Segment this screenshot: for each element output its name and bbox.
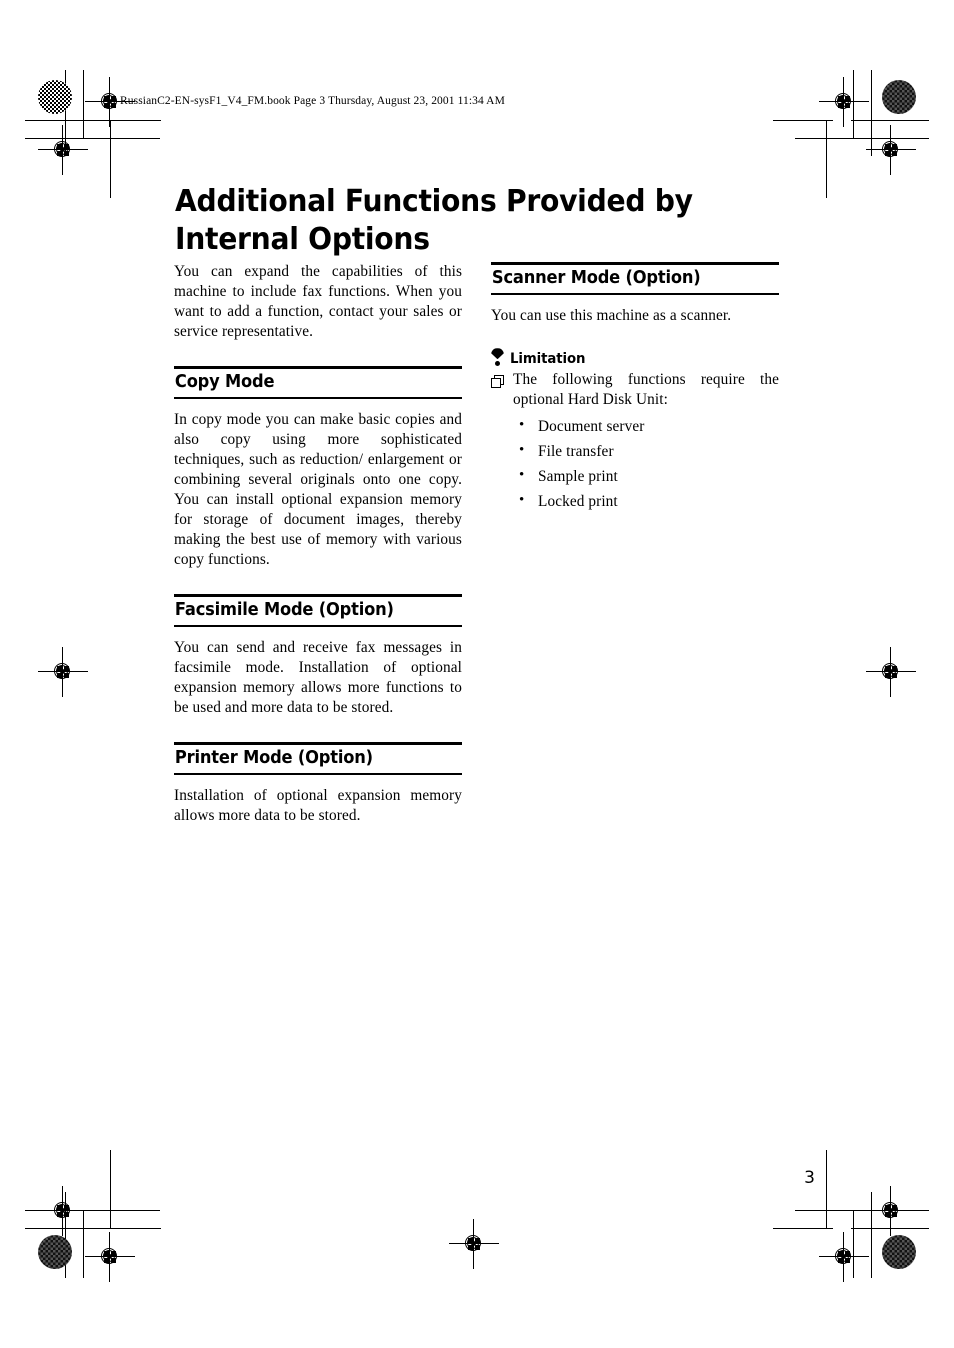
- crop-mark-line: [773, 1228, 833, 1229]
- limitation-note: The following functions require the opti…: [491, 370, 779, 410]
- crop-mark-line: [851, 120, 929, 121]
- list-item: Sample print: [519, 463, 779, 489]
- limitation-note-text: The following functions require the opti…: [513, 371, 779, 409]
- crop-mark-line: [83, 1228, 161, 1229]
- crop-mark-line: [826, 1150, 827, 1228]
- heading-rule-bottom: [174, 624, 462, 627]
- limitation-label: Limitation: [510, 351, 586, 368]
- heading-rule-bottom: [174, 773, 462, 775]
- density-patch-solid: [882, 1235, 916, 1269]
- section-heading-label: Scanner Mode (Option): [491, 268, 701, 288]
- running-header: RussianC2-EN-sysF1_V4_FM.book Page 3 Thu…: [120, 95, 505, 107]
- section-heading-label: Copy Mode: [174, 371, 275, 392]
- right-column: Scanner Mode (Option) You can use this m…: [491, 262, 779, 514]
- limitation-bullet-list: Document server File transfer Sample pri…: [491, 413, 779, 514]
- registration-target-icon: [866, 1186, 916, 1236]
- left-column: You can expand the capabilities of this …: [174, 262, 462, 826]
- section-heading-copy-mode: Copy Mode: [174, 365, 462, 400]
- section-body-facsimile-mode: You can send and receive fax messages in…: [174, 638, 462, 716]
- double-square-marker-icon: [491, 375, 504, 389]
- section-body-copy-mode: In copy mode you can make basic copies a…: [174, 411, 462, 568]
- crop-mark-line: [795, 138, 929, 139]
- registration-target-icon: [38, 1186, 88, 1236]
- registration-target-icon: [85, 1232, 135, 1282]
- density-patch-halftone: [38, 80, 72, 114]
- section-body-scanner-mode: You can use this machine as a scanner.: [491, 307, 732, 325]
- list-item: File transfer: [519, 438, 779, 464]
- crop-mark-line: [25, 138, 160, 139]
- registration-target-icon: [819, 77, 869, 127]
- heading-rule-bottom: [491, 293, 779, 296]
- crop-mark-line: [83, 120, 161, 121]
- crop-mark-line: [25, 120, 85, 121]
- crop-mark-line: [110, 120, 111, 198]
- page-number: 3: [804, 1168, 815, 1188]
- section-heading-scanner-mode: Scanner Mode (Option): [491, 262, 779, 296]
- section-heading-label: Printer Mode (Option): [174, 747, 373, 768]
- registration-target-icon: [38, 125, 88, 175]
- list-item: Locked print: [519, 488, 779, 514]
- heading-rule-bottom: [174, 397, 462, 400]
- page-title: Additional Functions Provided by Interna…: [175, 184, 693, 258]
- density-patch-solid: [38, 1235, 72, 1269]
- crop-mark-line: [83, 1210, 84, 1278]
- limitation-heading: Limitation: [491, 348, 779, 366]
- registration-target-icon: [449, 1219, 499, 1269]
- registration-target-icon: [38, 647, 88, 697]
- crop-mark-line: [25, 1228, 85, 1229]
- section-heading-facsimile-mode: Facsimile Mode (Option): [174, 593, 462, 627]
- section-body-printer-mode: Installation of optional expansion memor…: [174, 787, 462, 824]
- crop-mark-line: [773, 120, 833, 121]
- section-heading-printer-mode: Printer Mode (Option): [174, 741, 462, 775]
- section-heading-label: Facsimile Mode (Option): [174, 599, 394, 620]
- density-patch-solid: [882, 80, 916, 114]
- list-item: Document server: [519, 413, 779, 439]
- crop-mark-line: [871, 70, 872, 156]
- crop-mark-line: [83, 70, 84, 138]
- crop-mark-line: [110, 1150, 111, 1228]
- intro-paragraph: You can expand the capabilities of this …: [174, 263, 462, 340]
- crop-mark-line: [871, 1192, 872, 1278]
- registration-target-icon: [819, 1232, 869, 1282]
- crop-mark-line: [826, 120, 827, 198]
- registration-target-icon: [866, 647, 916, 697]
- registration-target-icon: [866, 125, 916, 175]
- limitation-bulb-icon: [491, 348, 504, 366]
